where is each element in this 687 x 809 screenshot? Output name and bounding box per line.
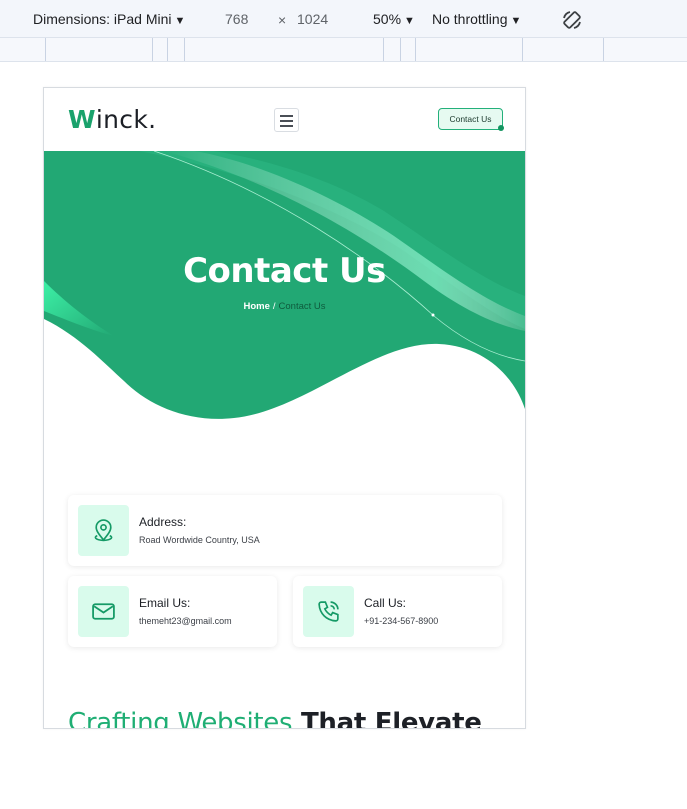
breadcrumb-home-link[interactable]: Home [243, 301, 269, 312]
viewport-height-input[interactable]: 1024 [297, 11, 328, 27]
logo-initial: W [68, 105, 96, 134]
menu-toggle-button[interactable] [274, 108, 299, 132]
breadcrumb-separator: / [272, 301, 276, 312]
page-title: Contact Us [183, 251, 386, 291]
device-viewport: Winck. Contact Us Contact Us Home / Cont… [43, 87, 526, 729]
site-header: Winck. Contact Us [44, 88, 525, 151]
breadcrumb-current: Contact Us [278, 301, 326, 312]
location-pin-icon [94, 519, 113, 542]
hero-banner: Contact Us Home / Contact Us [44, 151, 525, 431]
zoom-value: 50% [373, 11, 402, 27]
call-card: Call Us: +91-234-567-8900 [293, 576, 502, 647]
rotate-device-icon[interactable] [561, 9, 583, 31]
address-value: Road Wordwide Country, USA [139, 535, 260, 545]
header-contact-label: Contact Us [449, 114, 492, 124]
device-name: Dimensions: iPad Mini [33, 11, 172, 27]
device-dimensions-dropdown[interactable]: Dimensions: iPad Mini ▼ [33, 11, 185, 27]
throttling-dropdown[interactable]: No throttling ▼ [432, 11, 521, 27]
zoom-dropdown[interactable]: 50% ▼ [373, 11, 415, 27]
email-label: Email Us: [139, 596, 191, 610]
throttling-value: No throttling [432, 11, 508, 27]
caret-down-icon: ▼ [174, 15, 186, 27]
phone-icon [318, 601, 339, 622]
caret-down-icon: ▼ [404, 15, 415, 27]
address-card: Address: Road Wordwide Country, USA [68, 495, 502, 566]
email-card: Email Us: themeht23@gmail.com [68, 576, 277, 647]
times-icon: × [278, 12, 287, 28]
hero-wave-background [44, 151, 525, 419]
hamburger-icon [280, 115, 293, 117]
site-logo[interactable]: Winck. [68, 105, 156, 134]
header-contact-button[interactable]: Contact Us [438, 108, 504, 131]
section-heading-dark: That Elevate [301, 708, 482, 729]
email-icon-box [78, 586, 129, 637]
section-heading: Crafting Websites That Elevate [68, 708, 482, 729]
address-label: Address: [139, 515, 187, 529]
mail-icon [92, 603, 115, 620]
phone-icon-box [303, 586, 354, 637]
media-query-ruler [0, 38, 687, 62]
address-icon-box [78, 505, 129, 556]
section-heading-accent: Crafting Websites [68, 708, 293, 729]
email-value[interactable]: themeht23@gmail.com [139, 616, 232, 626]
call-value[interactable]: +91-234-567-8900 [364, 616, 438, 626]
call-label: Call Us: [364, 596, 407, 610]
breadcrumb: Home / Contact Us [44, 301, 525, 312]
button-dot-decoration [498, 125, 504, 131]
viewport-width-input[interactable]: 768 [225, 11, 248, 27]
caret-down-icon: ▼ [510, 15, 522, 27]
devtools-device-toolbar: Dimensions: iPad Mini ▼ 768 × 1024 50% ▼ N… [0, 0, 687, 38]
logo-text: inck. [95, 105, 157, 134]
